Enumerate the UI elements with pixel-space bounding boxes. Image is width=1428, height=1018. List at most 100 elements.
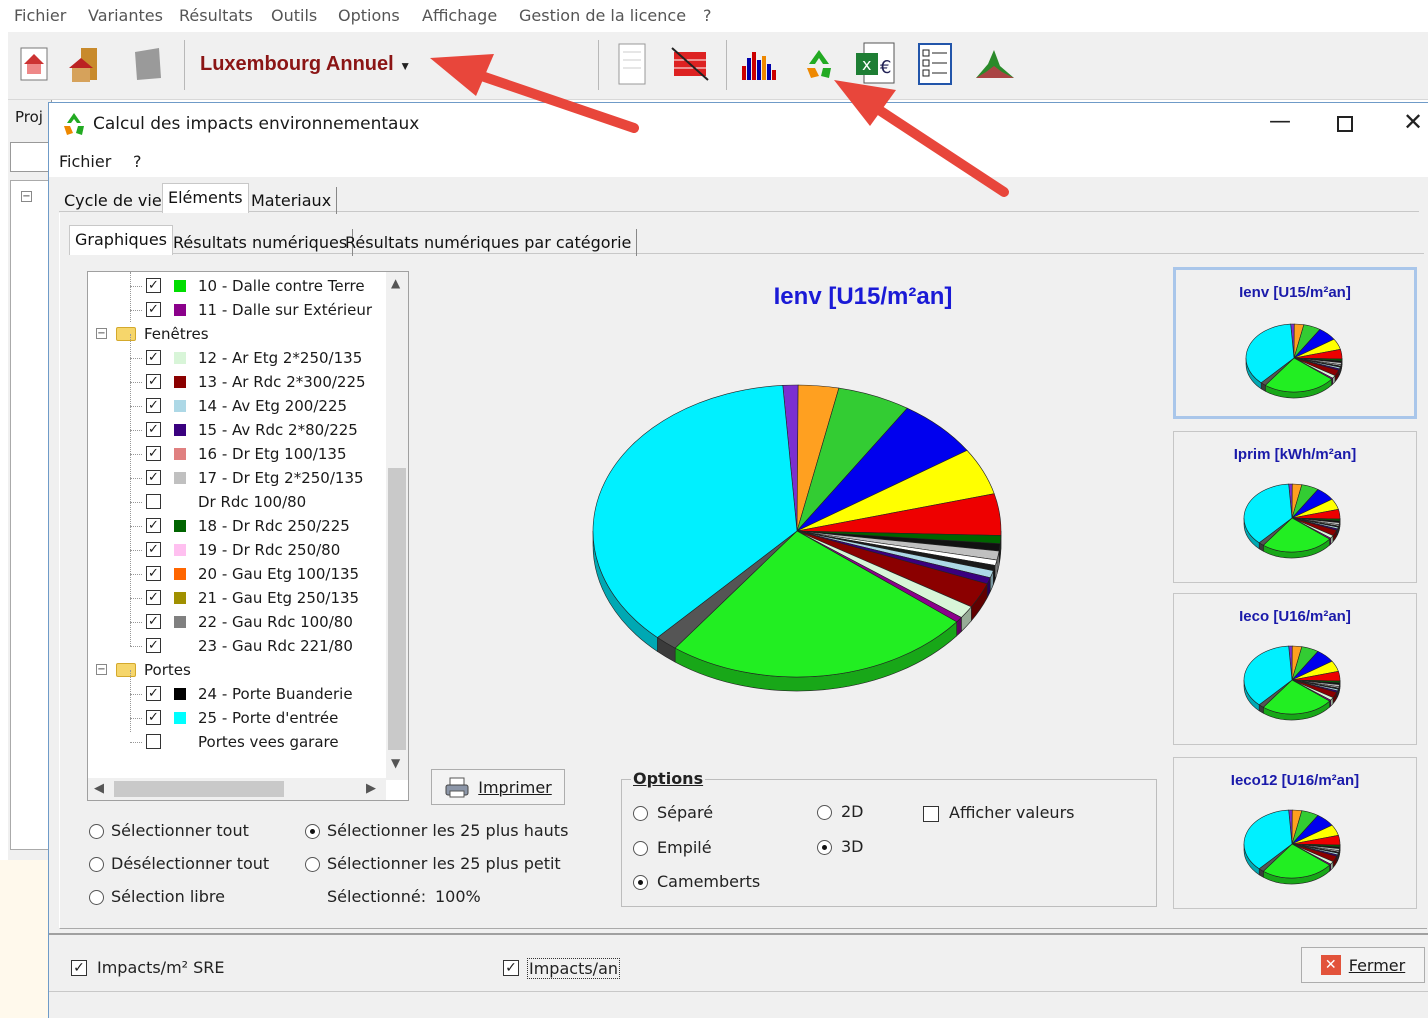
menu-options[interactable]: Options	[338, 6, 400, 25]
radio-select-all[interactable]	[89, 824, 104, 839]
window-menu-fichier[interactable]: Fichier	[59, 152, 111, 171]
minimize-icon[interactable]: —	[1269, 109, 1291, 134]
tree-item[interactable]: ✓ 12 - Ar Etg 2*250/135	[88, 346, 388, 370]
tree-item[interactable]: Portes vees garare	[88, 730, 388, 754]
menu-resultats[interactable]: Résultats	[179, 6, 253, 25]
tree-item[interactable]: ✓ 11 - Dalle sur Extérieur	[88, 298, 388, 322]
tree-folder[interactable]: − Fenêtres	[88, 322, 388, 346]
tree-item-checkbox[interactable]: ✓	[146, 350, 161, 365]
tree-item[interactable]: ✓ 19 - Dr Rdc 250/80	[88, 538, 388, 562]
tree-item-checkbox[interactable]: ✓	[146, 446, 161, 461]
window-menu-help[interactable]: ?	[133, 152, 142, 171]
tree-item[interactable]: Dr Rdc 100/80	[88, 490, 388, 514]
menu-fichier[interactable]: Fichier	[14, 6, 66, 25]
tree-item-checkbox[interactable]: ✓	[146, 374, 161, 389]
scroll-right-icon[interactable]: ▶	[366, 781, 376, 796]
project-button[interactable]	[14, 42, 56, 86]
tab-resultats-numeriques[interactable]: Résultats numériques	[168, 229, 354, 256]
thumbnail-ieco[interactable]: Ieco [U16/m²an]	[1173, 593, 1417, 745]
tree-item-checkbox[interactable]: ✓	[146, 470, 161, 485]
menu-help[interactable]: ?	[703, 6, 712, 25]
radio-separe[interactable]	[633, 806, 648, 821]
area-chart-button[interactable]	[972, 42, 1014, 86]
tree-item-checkbox[interactable]	[146, 494, 161, 509]
maximize-icon[interactable]	[1337, 116, 1353, 132]
menu-affichage[interactable]: Affichage	[422, 6, 497, 25]
thumbnail-iprim[interactable]: Iprim [kWh/m²an]	[1173, 431, 1417, 583]
tree-item[interactable]: ✓ 13 - Ar Rdc 2*300/225	[88, 370, 388, 394]
tree-item[interactable]: ✓ 18 - Dr Rdc 250/225	[88, 514, 388, 538]
show-values-checkbox[interactable]	[923, 806, 939, 822]
radio-camemberts[interactable]	[633, 875, 648, 890]
radio-top-25[interactable]	[305, 824, 320, 839]
disabled-button[interactable]	[126, 42, 168, 86]
tree-item-checkbox[interactable]: ✓	[146, 590, 161, 605]
wall-button[interactable]	[668, 42, 710, 86]
tree-item[interactable]: ✓ 10 - Dalle contre Terre	[88, 274, 388, 298]
radio-2d[interactable]	[817, 805, 832, 820]
tree-item-checkbox[interactable]	[146, 734, 161, 749]
tree-item-checkbox[interactable]: ✓	[146, 278, 161, 293]
tab-resultats-par-categorie[interactable]: Résultats numériques par catégorie	[340, 229, 638, 256]
thumbnail-ienv[interactable]: Ienv [U15/m²an]	[1173, 267, 1417, 419]
variants-button[interactable]	[66, 42, 108, 86]
scroll-left-icon[interactable]: ◀	[94, 781, 104, 796]
excel-export-button[interactable]: x €	[854, 42, 896, 86]
tree-item-checkbox[interactable]: ✓	[146, 686, 161, 701]
tree-item[interactable]: ✓ 14 - Av Etg 200/225	[88, 394, 388, 418]
collapse-icon[interactable]: −	[21, 191, 32, 202]
tree-folder[interactable]: − Portes	[88, 658, 388, 682]
radio-3d[interactable]	[817, 840, 832, 855]
tree-item-checkbox[interactable]: ✓	[146, 566, 161, 581]
tree-item[interactable]: ✓ 24 - Porte Buanderie	[88, 682, 388, 706]
menu-licence[interactable]: Gestion de la licence	[519, 6, 686, 25]
hscroll-thumb[interactable]	[114, 781, 284, 797]
tree-item-checkbox[interactable]: ✓	[146, 542, 161, 557]
bar-chart-button[interactable]	[738, 42, 780, 86]
tree-item-checkbox[interactable]: ✓	[146, 614, 161, 629]
scroll-up-icon[interactable]: ▲	[391, 276, 400, 290]
menu-outils[interactable]: Outils	[271, 6, 317, 25]
radio-empile[interactable]	[633, 841, 648, 856]
tree-item-checkbox[interactable]: ✓	[146, 710, 161, 725]
tab-elements[interactable]: Eléments	[162, 183, 249, 213]
close-button[interactable]: ✕ Fermer	[1301, 947, 1425, 983]
tab-materiaux[interactable]: Materiaux	[246, 187, 338, 214]
elements-tree[interactable]: ✓ 10 - Dalle contre Terre ✓ 11 - Dalle sur …	[87, 271, 409, 801]
tree-item[interactable]: ✓ 15 - Av Rdc 2*80/225	[88, 418, 388, 442]
scroll-down-icon[interactable]: ▼	[391, 756, 400, 770]
tree-item[interactable]: ✓ 23 - Gau Rdc 221/80	[88, 634, 388, 658]
tree-vscrollbar[interactable]: ▲ ▼	[386, 272, 408, 780]
radio-deselect-all[interactable]	[89, 857, 104, 872]
close-icon[interactable]: ✕	[1403, 108, 1423, 136]
radio-free-selection[interactable]	[89, 890, 104, 905]
collapse-icon[interactable]: −	[96, 328, 107, 339]
tree-item[interactable]: ✓ 16 - Dr Etg 100/135	[88, 442, 388, 466]
background-input[interactable]	[10, 142, 50, 172]
tree-item[interactable]: ✓ 25 - Porte d'entrée	[88, 706, 388, 730]
notes-button[interactable]	[610, 42, 652, 86]
tree-item[interactable]: ✓ 22 - Gau Rdc 100/80	[88, 610, 388, 634]
variant-selector[interactable]: Luxembourg Annuel ▼	[200, 53, 411, 76]
tab-cycle-de-vie[interactable]: Cycle de vie	[59, 187, 167, 214]
tab-graphiques[interactable]: Graphiques	[69, 225, 173, 255]
thumbnail-ieco12[interactable]: Ieco12 [U16/m²an]	[1173, 757, 1417, 909]
recycle-button[interactable]	[798, 42, 840, 86]
menu-variantes[interactable]: Variantes	[88, 6, 163, 25]
list-button[interactable]	[914, 42, 956, 86]
tree-item-checkbox[interactable]: ✓	[146, 422, 161, 437]
tree-item[interactable]: ✓ 20 - Gau Etg 100/135	[88, 562, 388, 586]
vscroll-thumb[interactable]	[388, 468, 406, 750]
tree-item-checkbox[interactable]: ✓	[146, 638, 161, 653]
tree-hscrollbar[interactable]: ◀ ▶	[88, 778, 386, 800]
tree-item-checkbox[interactable]: ✓	[146, 518, 161, 533]
print-button[interactable]: Imprimer	[431, 769, 565, 805]
tree-item[interactable]: ✓ 21 - Gau Etg 250/135	[88, 586, 388, 610]
collapse-icon[interactable]: −	[96, 664, 107, 675]
impacts-sre-checkbox[interactable]: ✓	[71, 960, 87, 976]
radio-bottom-25[interactable]	[305, 857, 320, 872]
main-pie-chart[interactable]	[579, 371, 1019, 701]
tree-item[interactable]: ✓ 17 - Dr Etg 2*250/135	[88, 466, 388, 490]
tree-item-checkbox[interactable]: ✓	[146, 398, 161, 413]
tree-item-checkbox[interactable]: ✓	[146, 302, 161, 317]
